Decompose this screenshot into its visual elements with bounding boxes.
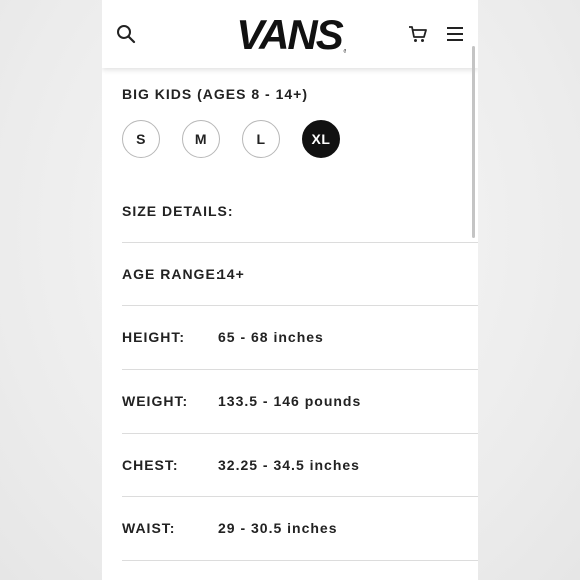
scrollbar[interactable]	[472, 46, 475, 238]
weight-label: WEIGHT:	[122, 393, 189, 409]
cart-icon	[409, 26, 427, 42]
size-option-l[interactable]: L	[242, 120, 280, 158]
svg-text:VANS: VANS	[236, 12, 344, 56]
height-label: HEIGHT:	[122, 329, 185, 345]
vans-logo[interactable]: VANS ®	[232, 12, 346, 56]
cart-button[interactable]	[406, 22, 430, 46]
size-option-s[interactable]: S	[122, 120, 160, 158]
waist-value: 29 - 30.5 inches	[218, 520, 338, 536]
hamburger-menu-icon	[447, 27, 463, 41]
chest-value: 32.25 - 34.5 inches	[218, 457, 360, 473]
size-detail-row: AGE RANGE: 14+	[122, 242, 478, 306]
divider	[122, 560, 478, 561]
waist-label: WAIST:	[122, 520, 176, 536]
size-option-xl[interactable]: XL	[302, 120, 340, 158]
chest-label: CHEST:	[122, 457, 179, 473]
age-range-label: AGE RANGE:	[122, 266, 222, 282]
search-button[interactable]	[114, 22, 138, 46]
size-detail-row: CHEST: 32.25 - 34.5 inches	[122, 433, 478, 497]
site-header: VANS ®	[102, 0, 478, 68]
height-value: 65 - 68 inches	[218, 329, 324, 345]
size-guide-content: BIG KIDS (AGES 8 - 14+) S M L XL SIZE DE…	[102, 68, 478, 580]
size-detail-row: WAIST: 29 - 30.5 inches	[122, 496, 478, 560]
svg-text:®: ®	[343, 48, 346, 55]
mobile-page: VANS ® BIG KIDS (AGES 8 - 14+) S M L XL …	[102, 0, 478, 580]
menu-button[interactable]	[443, 22, 467, 46]
age-range-value: 14+	[218, 266, 245, 282]
size-detail-row: HEIGHT: 65 - 68 inches	[122, 305, 478, 369]
weight-value: 133.5 - 146 pounds	[218, 393, 362, 409]
search-icon	[117, 25, 136, 44]
size-group-title: BIG KIDS (AGES 8 - 14+)	[122, 86, 308, 102]
size-details-title: SIZE DETAILS:	[122, 203, 234, 219]
size-option-m[interactable]: M	[182, 120, 220, 158]
size-detail-row: WEIGHT: 133.5 - 146 pounds	[122, 369, 478, 433]
